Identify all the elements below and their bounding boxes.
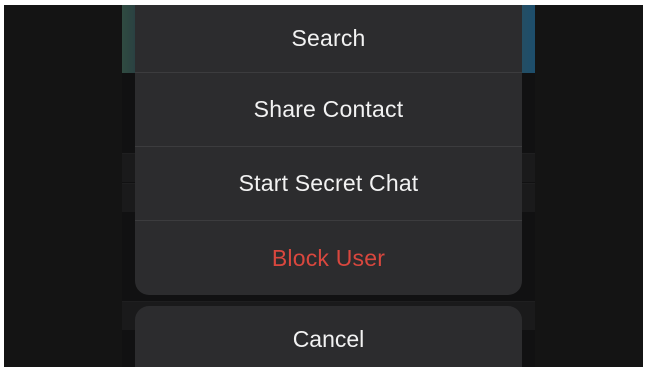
action-sheet: Search Share Contact Start Secret Chat B… [135, 5, 522, 295]
cancel-button[interactable]: Cancel [135, 306, 522, 367]
search-option[interactable]: Search [135, 5, 522, 73]
start-secret-chat-option[interactable]: Start Secret Chat [135, 147, 522, 221]
screenshot-frame: Search Share Contact Start Secret Chat B… [4, 5, 643, 367]
share-contact-option[interactable]: Share Contact [135, 73, 522, 147]
block-user-option[interactable]: Block User [135, 221, 522, 295]
